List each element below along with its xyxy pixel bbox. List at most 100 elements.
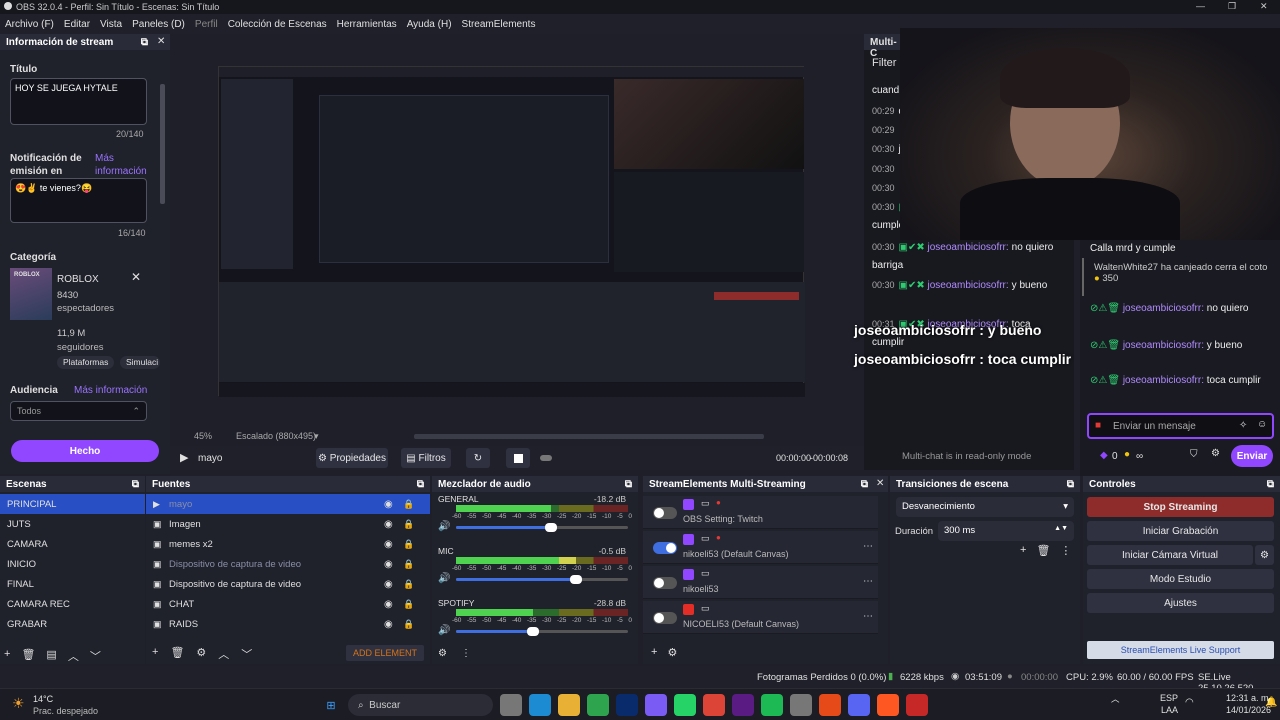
toggle-switch[interactable] <box>653 507 677 519</box>
close-dock-icon[interactable]: ✕ <box>157 36 165 47</box>
speaker-icon[interactable]: 🔊 <box>438 573 450 584</box>
magic-wand-icon[interactable]: ✧ <box>1239 420 1247 431</box>
properties-button[interactable]: ⚙ Propiedades <box>316 448 388 468</box>
volume-slider[interactable] <box>456 630 628 633</box>
remove-category-icon[interactable]: ✕ <box>131 270 141 284</box>
discord-icon[interactable] <box>848 694 870 716</box>
title-input[interactable]: HOY SE JUEGA HYTALE <box>10 78 147 125</box>
volume-slider-handle[interactable] <box>527 627 540 636</box>
minimize-icon[interactable]: — <box>1196 1 1205 11</box>
horizontal-scrollbar[interactable] <box>414 434 764 439</box>
volume-slider[interactable] <box>456 526 628 529</box>
chevron-up-icon[interactable]: ︿ <box>1111 693 1120 705</box>
menu-item[interactable]: Colección de Escenas <box>223 19 332 30</box>
source-item[interactable]: ▣ Imagen ◉ 🔒 <box>146 514 430 534</box>
notification-more-info-link[interactable]: Más información <box>95 152 155 178</box>
scene-item[interactable]: GRABAR <box>0 614 145 634</box>
preview-canvas[interactable] <box>218 66 805 397</box>
gear-icon[interactable]: ⚙ <box>1211 448 1220 459</box>
virtual-camera-button[interactable]: Iniciar Cámara Virtual <box>1087 545 1253 565</box>
menu-item[interactable]: Editar <box>59 19 95 30</box>
chat-username[interactable]: joseoambiciosofrr: <box>928 242 1009 253</box>
source-item[interactable]: ▣ RAIDS ◉ 🔒 <box>146 614 430 634</box>
play-icon[interactable]: ▶ <box>180 451 188 464</box>
menu-item[interactable]: Herramientas <box>332 19 402 30</box>
source-item[interactable]: ▣ Dispositivo de captura de video ◉ 🔒 <box>146 574 430 594</box>
more-options-icon[interactable]: ⋯ <box>863 576 873 587</box>
gear-icon[interactable]: ⚙ <box>196 646 206 662</box>
lock-icon[interactable]: 🔒 <box>403 599 414 610</box>
weather-icon[interactable]: ☀ <box>12 695 25 712</box>
more-options-icon[interactable]: ⋮ <box>1060 544 1071 557</box>
chat-filter-input[interactable]: Filter <box>872 57 896 69</box>
volume-slider-handle[interactable] <box>544 523 557 532</box>
menu-item[interactable]: Perfil <box>190 19 223 30</box>
eye-icon[interactable]: ◉ <box>384 579 393 590</box>
add-element-button[interactable]: ADD ELEMENT <box>346 645 424 661</box>
source-item[interactable]: ▣ memes x2 ◉ 🔒 <box>146 534 430 554</box>
edge-icon[interactable] <box>529 694 551 716</box>
more-options-icon[interactable]: ⋯ <box>863 611 873 622</box>
undock-icon[interactable]: ⧉ <box>141 37 148 48</box>
toggle-switch[interactable] <box>653 612 677 624</box>
gear-icon[interactable]: ⚙ <box>438 648 447 659</box>
task-view-icon[interactable] <box>500 694 522 716</box>
lock-icon[interactable]: 🔒 <box>403 519 414 530</box>
scene-item[interactable]: FINAL <box>0 574 145 594</box>
gear-icon[interactable]: ⚙ <box>667 646 677 659</box>
close-dock-icon[interactable]: ✕ <box>876 478 884 489</box>
chat-username[interactable]: joseoambiciosofrr: <box>928 280 1009 291</box>
scene-item[interactable]: CAMARA <box>0 534 145 554</box>
stop-streaming-button[interactable]: Stop Streaming <box>1087 497 1274 517</box>
source-item[interactable]: ▶ mayo ◉ 🔒 <box>146 494 430 514</box>
speaker-icon[interactable]: 🔊 <box>438 521 450 532</box>
settings-button[interactable]: Ajustes <box>1087 593 1274 613</box>
menu-item[interactable]: StreamElements <box>457 19 541 30</box>
channel-points-icon[interactable]: ● <box>1124 449 1130 460</box>
trash-icon[interactable]: 🗑 <box>21 648 35 664</box>
more-options-icon[interactable]: ⋯ <box>863 541 873 552</box>
whatsapp-icon[interactable] <box>674 694 696 716</box>
lock-icon[interactable]: 🔒 <box>403 579 414 590</box>
chevron-down-icon[interactable]: ﹀ <box>241 646 252 662</box>
app-icon[interactable] <box>906 694 928 716</box>
menu-item[interactable]: Ayuda (H) <box>402 19 457 30</box>
notification-input[interactable]: 😍✌️ te vienes?😝 <box>10 178 147 223</box>
shield-icon[interactable]: ⛉ <box>1190 449 1198 460</box>
eye-icon[interactable]: ◉ <box>384 539 393 550</box>
restart-button[interactable]: ↻ <box>466 448 490 468</box>
media-seek-slider[interactable] <box>540 455 552 461</box>
taskbar-search[interactable]: ⌕ Buscar <box>348 694 493 716</box>
source-item[interactable]: ▣ Dispositivo de captura de video ◉ 🔒 <box>146 554 430 574</box>
opera-icon[interactable] <box>819 694 841 716</box>
transition-type-select[interactable]: Desvanecimiento ▾ <box>896 497 1074 517</box>
start-recording-button[interactable]: Iniciar Grabación <box>1087 521 1274 541</box>
scrollbar[interactable] <box>160 84 165 204</box>
filter-icon[interactable]: ▤ <box>46 648 56 664</box>
undock-icon[interactable]: ⧉ <box>1267 479 1274 490</box>
eye-icon[interactable]: ◉ <box>384 519 393 530</box>
minecraft-icon[interactable] <box>587 694 609 716</box>
chevron-up-icon[interactable]: ︿ <box>68 648 79 664</box>
chevron-down-icon[interactable]: ﹀ <box>90 648 101 664</box>
scene-item[interactable]: INICIO <box>0 554 145 574</box>
undock-icon[interactable]: ⧉ <box>1067 479 1074 490</box>
audience-more-info-link[interactable]: Más información <box>74 385 147 396</box>
chevron-up-icon[interactable]: ︿ <box>218 646 229 662</box>
virtual-camera-settings-button[interactable]: ⚙ <box>1255 545 1274 565</box>
premiere-icon[interactable] <box>732 694 754 716</box>
notifications-icon[interactable]: 🔔 <box>1265 697 1277 708</box>
file-explorer-icon[interactable] <box>558 694 580 716</box>
send-button[interactable]: Enviar <box>1231 445 1273 467</box>
volume-slider-handle[interactable] <box>570 575 583 584</box>
menu-item[interactable]: Archivo (F) <box>0 19 59 30</box>
scene-item[interactable]: PRINCIPAL <box>0 494 145 514</box>
spotify-icon[interactable] <box>761 694 783 716</box>
photoshop-icon[interactable] <box>616 694 638 716</box>
toggle-switch[interactable] <box>653 542 677 554</box>
speaker-icon[interactable]: 🔊 <box>438 625 450 636</box>
menu-item[interactable]: Vista <box>95 19 127 30</box>
add-icon[interactable]: + <box>4 648 10 664</box>
language[interactable]: ESP <box>1160 693 1178 703</box>
eye-icon[interactable]: ◉ <box>384 619 393 630</box>
